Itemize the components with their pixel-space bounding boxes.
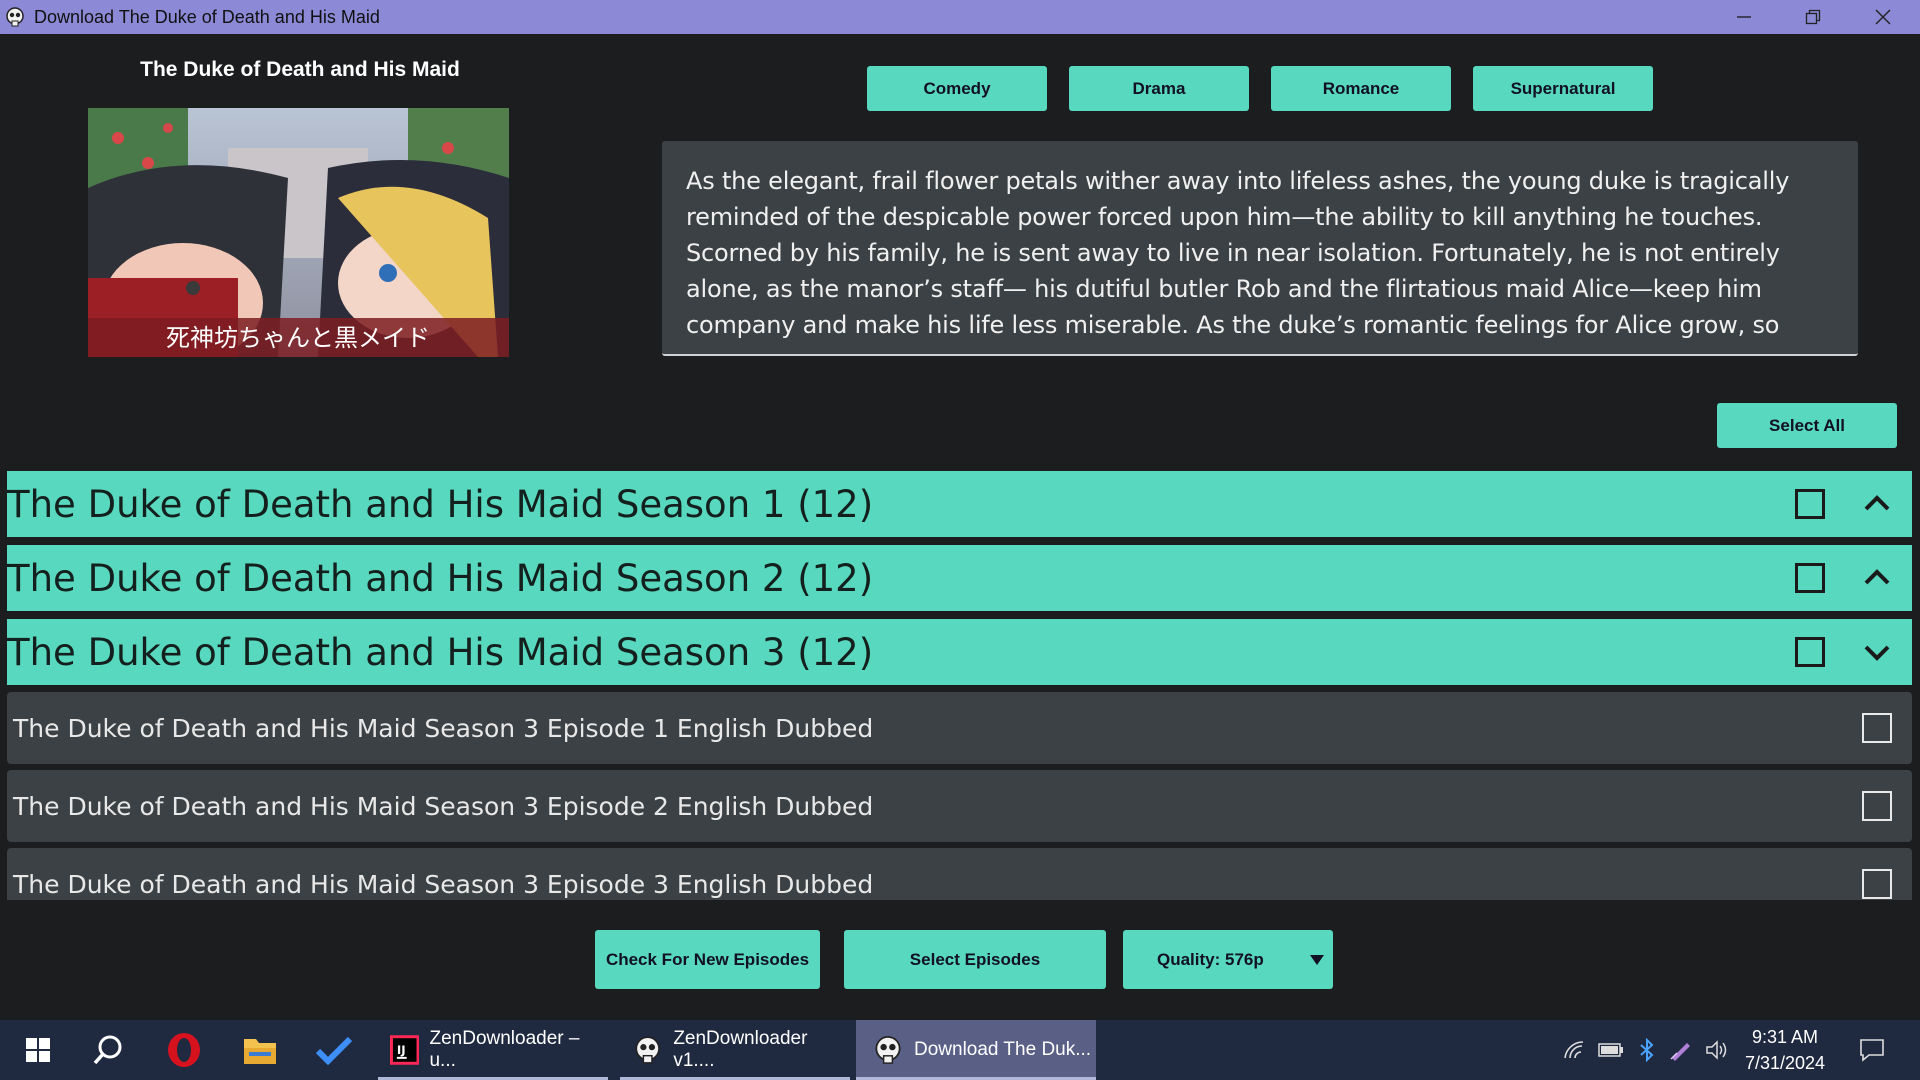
restore-button[interactable] [1778, 0, 1848, 34]
season-checkbox[interactable] [1795, 489, 1825, 519]
close-icon [1875, 9, 1891, 25]
episode-label: The Duke of Death and His Maid Season 3 … [13, 869, 874, 899]
close-button[interactable] [1848, 0, 1918, 34]
clock-time: 9:31 AM [1751, 1027, 1819, 1047]
genre-supernatural-button[interactable]: Supernatural [1473, 66, 1653, 111]
season-label: The Duke of Death and His Maid Season 2 … [7, 556, 874, 600]
episode-row-3[interactable]: The Duke of Death and His Maid Season 3 … [7, 848, 1912, 900]
battery-tray-button[interactable] [1596, 1020, 1626, 1080]
episode-list[interactable]: The Duke of Death and His Maid Season 3 … [0, 690, 1920, 900]
opera-button[interactable] [146, 1020, 222, 1080]
network-tray-button[interactable] [1560, 1020, 1590, 1080]
minimize-button[interactable] [1709, 0, 1779, 34]
season-row-3[interactable]: The Duke of Death and His Maid Season 3 … [7, 619, 1912, 685]
windows-start-icon [26, 1038, 50, 1062]
taskbar-app-download-window[interactable]: Download The Duk... [856, 1020, 1096, 1080]
chevron-down-icon[interactable] [1860, 635, 1894, 669]
taskbar-app-zendownloader-ide[interactable]: IJ ZenDownloader – u... [378, 1020, 608, 1080]
genre-romance-button[interactable]: Romance [1271, 66, 1451, 111]
opera-icon [168, 1033, 200, 1067]
poster-image: 死神坊ちゃんと黒メイド [88, 108, 509, 357]
chevron-up-icon[interactable] [1860, 487, 1894, 521]
skull-icon [635, 1036, 660, 1064]
minimize-icon [1737, 16, 1751, 18]
volume-tray-button[interactable] [1702, 1020, 1732, 1080]
taskbar-app-label: ZenDownloader v1.... [673, 1028, 808, 1071]
poster-caption: 死神坊ちゃんと黒メイド [166, 324, 430, 352]
skull-icon [6, 7, 24, 27]
genre-comedy-button[interactable]: Comedy [867, 66, 1047, 111]
restore-icon [1805, 9, 1821, 25]
synopsis-text: As the elegant, frail flower petals with… [686, 167, 1790, 348]
skull-icon [875, 1036, 901, 1064]
chevron-up-icon[interactable] [1860, 561, 1894, 595]
bluetooth-tray-button[interactable] [1632, 1020, 1662, 1080]
taskbar-app-label: ZenDownloader – u... [429, 1028, 580, 1071]
episode-label: The Duke of Death and His Maid Season 3 … [13, 791, 874, 821]
season-checkbox[interactable] [1795, 637, 1825, 667]
start-button[interactable] [0, 1020, 76, 1080]
svg-text:IJ: IJ [397, 1043, 406, 1057]
season-row-2[interactable]: The Duke of Death and His Maid Season 2 … [7, 545, 1912, 611]
episode-checkbox[interactable] [1862, 791, 1892, 821]
synopsis-box[interactable]: As the elegant, frail flower petals with… [662, 141, 1858, 356]
network-icon [1564, 1041, 1584, 1059]
taskbar-app-zendownloader[interactable]: ZenDownloader v1.... [620, 1020, 850, 1080]
notification-icon [1860, 1039, 1884, 1062]
season-row-1[interactable]: The Duke of Death and His Maid Season 1 … [7, 471, 1912, 537]
pen-tray-button[interactable] [1666, 1020, 1696, 1080]
season-checkbox[interactable] [1795, 563, 1825, 593]
clock-date: 7/31/2024 [1744, 1053, 1826, 1073]
episode-checkbox[interactable] [1862, 713, 1892, 743]
notification-button[interactable] [1852, 1020, 1892, 1080]
episode-row-2[interactable]: The Duke of Death and His Maid Season 3 … [7, 770, 1912, 842]
todo-icon [315, 1036, 353, 1065]
select-episodes-button[interactable]: Select Episodes [844, 930, 1106, 989]
taskbar-clock[interactable]: 9:31 AM 7/31/2024 [1735, 1024, 1835, 1076]
episode-checkbox[interactable] [1862, 869, 1892, 899]
file-explorer-icon [244, 1039, 276, 1064]
search-button[interactable] [70, 1020, 146, 1080]
season-label: The Duke of Death and His Maid Season 3 … [7, 630, 874, 674]
episode-label: The Duke of Death and His Maid Season 3 … [13, 713, 874, 743]
bluetooth-icon [1640, 1038, 1654, 1062]
taskbar: IJ ZenDownloader – u... ZenDownloader v1… [0, 1020, 1920, 1080]
anime-title: The Duke of Death and His Maid [140, 58, 460, 81]
quality-dropdown[interactable]: Quality: 576p [1123, 930, 1333, 989]
battery-icon [1598, 1043, 1623, 1057]
window-title-bar[interactable]: Download The Duke of Death and His Maid [0, 0, 1920, 34]
chevron-down-icon [1310, 955, 1324, 965]
quality-value: Quality: 576p [1157, 949, 1264, 969]
taskbar-app-label: Download The Duk... [914, 1039, 1092, 1060]
check-new-episodes-button[interactable]: Check For New Episodes [595, 930, 820, 989]
search-icon [93, 1035, 122, 1065]
window-title: Download The Duke of Death and His Maid [34, 6, 380, 27]
select-all-button[interactable]: Select All [1717, 403, 1897, 448]
file-explorer-button[interactable] [222, 1020, 298, 1080]
pen-icon [1670, 1043, 1690, 1061]
season-label: The Duke of Death and His Maid Season 1 … [7, 482, 874, 526]
genre-drama-button[interactable]: Drama [1069, 66, 1249, 111]
episode-row-1[interactable]: The Duke of Death and His Maid Season 3 … [7, 692, 1912, 764]
todo-button[interactable] [296, 1020, 372, 1080]
volume-icon [1706, 1040, 1727, 1060]
intellij-icon: IJ [390, 1035, 420, 1065]
